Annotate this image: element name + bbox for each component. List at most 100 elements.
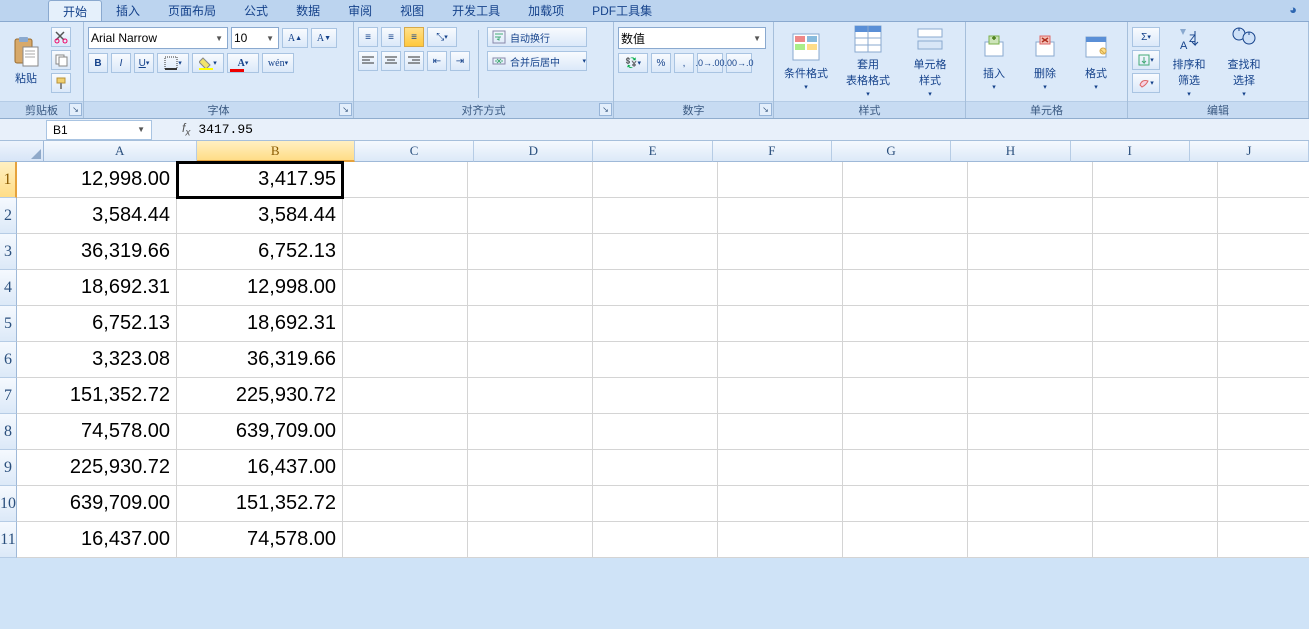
cell-styles-button[interactable]: 单元格 样式▾ xyxy=(902,24,958,98)
percent-button[interactable]: % xyxy=(651,53,671,73)
cell[interactable] xyxy=(593,414,718,450)
cell[interactable]: 12,998.00 xyxy=(177,270,343,306)
paste-button[interactable]: 粘贴 xyxy=(4,24,48,98)
cell[interactable] xyxy=(468,198,593,234)
cell[interactable] xyxy=(1218,414,1309,450)
column-header[interactable]: A xyxy=(44,141,197,162)
underline-button[interactable]: U▾ xyxy=(134,53,154,73)
cell[interactable] xyxy=(1218,342,1309,378)
increase-font-button[interactable]: A▲ xyxy=(282,28,308,48)
tab-3[interactable]: 公式 xyxy=(230,0,282,21)
cell[interactable]: 151,352.72 xyxy=(177,486,343,522)
cell[interactable]: 6,752.13 xyxy=(17,306,177,342)
cell[interactable] xyxy=(468,342,593,378)
tab-8[interactable]: 加载项 xyxy=(514,0,578,21)
column-header[interactable]: F xyxy=(713,141,832,162)
column-header[interactable]: H xyxy=(951,141,1070,162)
sort-filter-button[interactable]: AZ排序和 筛选▾ xyxy=(1163,24,1215,98)
cell[interactable] xyxy=(968,342,1093,378)
cell[interactable]: 12,998.00 xyxy=(17,162,177,198)
cell[interactable] xyxy=(468,486,593,522)
cell[interactable] xyxy=(968,306,1093,342)
cut-button[interactable] xyxy=(51,27,71,47)
row-header[interactable]: 4 xyxy=(0,270,17,306)
cell[interactable] xyxy=(968,198,1093,234)
cell[interactable] xyxy=(1093,270,1218,306)
column-header[interactable]: J xyxy=(1190,141,1309,162)
row-header[interactable]: 10 xyxy=(0,486,17,522)
cell[interactable]: 74,578.00 xyxy=(17,414,177,450)
italic-button[interactable]: I xyxy=(111,53,131,73)
fill-button[interactable]: ▾ xyxy=(1132,50,1160,70)
row-header[interactable]: 9 xyxy=(0,450,17,486)
cell[interactable] xyxy=(1218,234,1309,270)
delete-cells-button[interactable]: 删除▾ xyxy=(1021,24,1069,98)
align-left-button[interactable] xyxy=(358,51,378,71)
column-header[interactable]: C xyxy=(355,141,474,162)
cell[interactable] xyxy=(343,270,468,306)
cell[interactable] xyxy=(343,450,468,486)
cell[interactable]: 74,578.00 xyxy=(177,522,343,558)
cell[interactable] xyxy=(718,486,843,522)
cell[interactable] xyxy=(468,414,593,450)
cell[interactable] xyxy=(468,306,593,342)
font-size-combo[interactable]: 10▼ xyxy=(231,27,279,49)
cell[interactable] xyxy=(343,378,468,414)
cell[interactable] xyxy=(343,414,468,450)
cell[interactable] xyxy=(593,270,718,306)
cell[interactable]: 36,319.66 xyxy=(17,234,177,270)
tab-6[interactable]: 视图 xyxy=(386,0,438,21)
cell[interactable] xyxy=(343,198,468,234)
cell[interactable] xyxy=(343,162,468,198)
fill-color-button[interactable]: ▾ xyxy=(192,53,224,73)
cell[interactable] xyxy=(1218,270,1309,306)
wrap-text-button[interactable]: 自动换行 xyxy=(487,27,587,47)
cell[interactable] xyxy=(593,306,718,342)
tab-2[interactable]: 页面布局 xyxy=(154,0,230,21)
name-box[interactable]: B1▼ xyxy=(46,120,152,140)
cell[interactable] xyxy=(718,450,843,486)
cell[interactable] xyxy=(968,486,1093,522)
cell[interactable] xyxy=(593,162,718,198)
cell[interactable]: 225,930.72 xyxy=(17,450,177,486)
cell[interactable]: 6,752.13 xyxy=(177,234,343,270)
orientation-button[interactable]: ⤡▾ xyxy=(427,27,457,47)
conditional-format-button[interactable]: 条件格式▾ xyxy=(778,24,834,98)
cell[interactable] xyxy=(468,162,593,198)
find-select-button[interactable]: 查找和 选择▾ xyxy=(1218,24,1270,98)
tab-4[interactable]: 数据 xyxy=(282,0,334,21)
font-family-combo[interactable]: Arial Narrow▼ xyxy=(88,27,228,49)
cell[interactable] xyxy=(843,342,968,378)
tab-1[interactable]: 插入 xyxy=(102,0,154,21)
cell[interactable] xyxy=(1093,450,1218,486)
column-header[interactable]: I xyxy=(1071,141,1190,162)
cell[interactable] xyxy=(1218,450,1309,486)
cell[interactable] xyxy=(1093,306,1218,342)
column-header[interactable]: D xyxy=(474,141,593,162)
cell[interactable] xyxy=(1218,162,1309,198)
cell[interactable] xyxy=(468,522,593,558)
cell[interactable] xyxy=(593,234,718,270)
merge-center-button[interactable]: 合并后居中▾ xyxy=(487,51,587,71)
tab-0[interactable]: 开始 xyxy=(48,0,102,21)
cell[interactable] xyxy=(968,414,1093,450)
align-bottom-button[interactable]: ≡ xyxy=(404,27,424,47)
select-all-button[interactable] xyxy=(0,141,44,162)
column-header[interactable]: E xyxy=(593,141,712,162)
cell[interactable]: 639,709.00 xyxy=(17,486,177,522)
decrease-indent-button[interactable]: ⇤ xyxy=(427,51,447,71)
cell[interactable] xyxy=(468,270,593,306)
cell[interactable] xyxy=(1093,162,1218,198)
cell[interactable] xyxy=(1218,306,1309,342)
cell[interactable] xyxy=(593,342,718,378)
cell[interactable]: 151,352.72 xyxy=(17,378,177,414)
cell[interactable] xyxy=(843,450,968,486)
cell[interactable] xyxy=(1218,522,1309,558)
decrease-decimal-button[interactable]: .00→.0 xyxy=(726,53,752,73)
row-header[interactable]: 7 xyxy=(0,378,17,414)
cell[interactable] xyxy=(718,270,843,306)
align-center-button[interactable] xyxy=(381,51,401,71)
format-as-table-button[interactable]: 套用 表格格式▾ xyxy=(837,24,899,98)
cell[interactable]: 36,319.66 xyxy=(177,342,343,378)
row-header[interactable]: 8 xyxy=(0,414,17,450)
